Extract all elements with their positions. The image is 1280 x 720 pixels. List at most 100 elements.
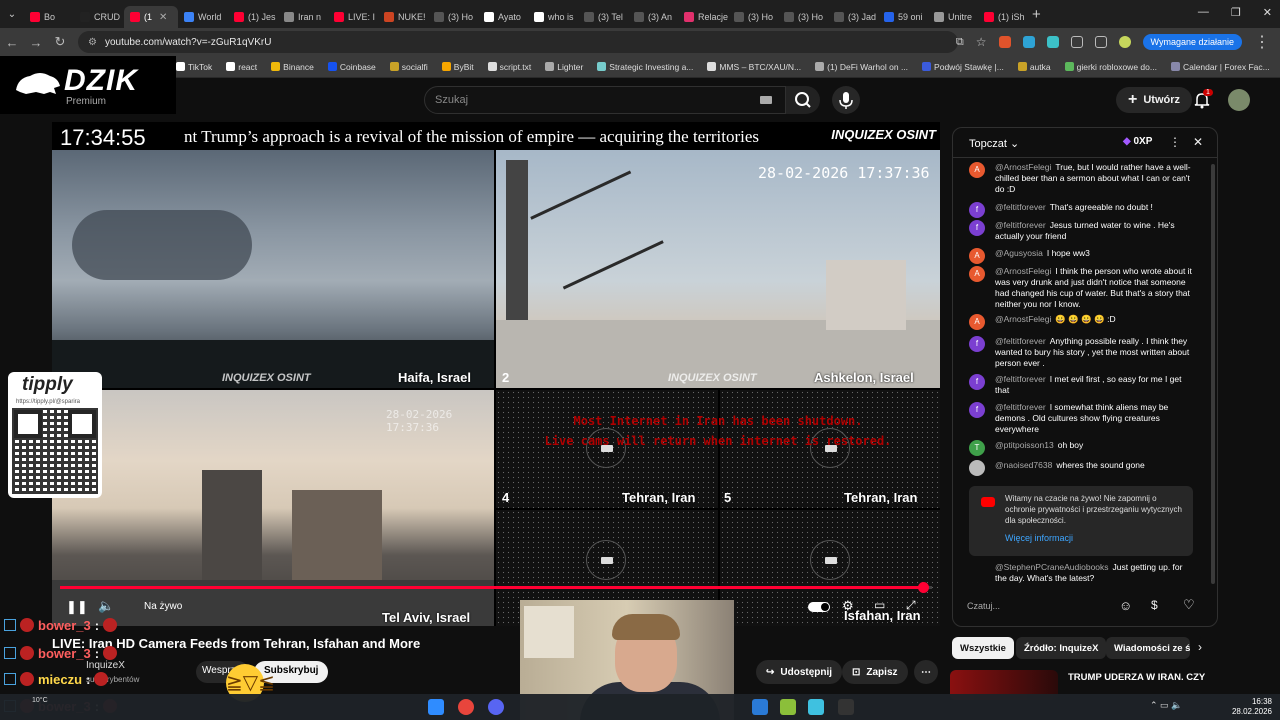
site-info-icon[interactable]: ⚙ (88, 37, 97, 48)
message-author[interactable]: @Agusyosia (995, 248, 1043, 258)
bookmark-item[interactable]: MMS – BTC/XAU/N... (707, 62, 801, 72)
emoji-icon[interactable]: ☺ (1119, 598, 1132, 613)
chat-avatar[interactable]: f (969, 374, 985, 390)
browser-tab[interactable]: (3) Tel (578, 6, 628, 28)
message-author[interactable]: @StephenPCraneAudiobooks (995, 562, 1109, 572)
bookmark-item[interactable]: react (226, 62, 257, 72)
chat-avatar[interactable] (969, 460, 985, 476)
chat-avatar[interactable]: f (969, 336, 985, 352)
settings-gear-icon[interactable]: ⚙ (842, 598, 854, 614)
bookmark-star-icon[interactable]: ☆ (976, 35, 987, 49)
chrome-icon[interactable] (458, 699, 474, 715)
bookmark-item[interactable]: TikTok (176, 62, 212, 72)
close-chat-icon[interactable]: ✕ (1193, 135, 1203, 149)
taskbar-app-icon[interactable] (752, 699, 768, 715)
chat-mode-dropdown[interactable]: Topczat ⌄ (969, 137, 1019, 150)
browser-tab[interactable]: Bo (24, 6, 74, 28)
chat-menu-icon[interactable]: ⋮ (1169, 135, 1181, 149)
more-info-link[interactable]: Więcej informacji (1005, 533, 1073, 543)
live-label[interactable]: Na żywo (144, 601, 182, 612)
extension-icon[interactable] (1022, 36, 1035, 48)
bookmark-item[interactable]: socialfi (389, 62, 428, 72)
progress-bar[interactable] (60, 582, 932, 593)
message-author[interactable]: @feltitforever (995, 402, 1046, 412)
message-author[interactable]: @ArnostFelegi (995, 266, 1051, 276)
close-tab-icon[interactable]: ✕ (159, 12, 167, 23)
new-tab-button[interactable]: + (1032, 6, 1041, 23)
tray-icons[interactable]: ⌃ ▭ 🔈 (1150, 700, 1182, 711)
chat-avatar[interactable]: T (969, 440, 985, 456)
bookmark-item[interactable]: (1) DeFi Warhol on ... (815, 62, 908, 72)
weather-widget[interactable]: 10°C (32, 696, 48, 705)
keyboard-icon[interactable] (760, 96, 772, 104)
recommended-title[interactable]: TRUMP UDERZA W IRAN. CZY (1068, 672, 1205, 683)
bookmark-item[interactable]: Strategic Investing a... (597, 62, 693, 72)
bookmark-item[interactable]: Podwój Stawkę |... (922, 62, 1004, 72)
bookmark-item[interactable]: gierki robloxowe do... (1064, 62, 1157, 72)
minimize-icon[interactable]: — (1198, 6, 1209, 19)
browser-tab[interactable]: (3) Ho (428, 6, 478, 28)
miniplayer-icon[interactable]: ▭ (874, 598, 885, 612)
bookmark-item[interactable]: Calendar | Forex Fac... (1170, 62, 1270, 72)
chat-scrollbar[interactable] (1211, 164, 1215, 584)
pause-icon[interactable]: ❚❚ (66, 599, 88, 615)
message-author[interactable]: @feltitforever (995, 220, 1046, 230)
url-field[interactable]: ⚙ youtube.com/watch?v=-zGuR1qVKrU (78, 31, 958, 53)
reload-icon[interactable]: ↻ (48, 34, 72, 50)
chat-avatar[interactable]: A (969, 266, 985, 282)
message-author[interactable]: @feltitforever (995, 336, 1046, 346)
video-player[interactable]: 17:34:55 nt Trump’s approach is a reviva… (52, 122, 940, 626)
browser-tab[interactable]: CRUD (74, 6, 124, 28)
profile-icon[interactable] (1118, 36, 1131, 48)
install-icon[interactable]: ⧉ (956, 36, 964, 49)
browser-tab[interactable]: Iran n (278, 6, 328, 28)
system-clock[interactable]: 16:38 28.02.2026 (1232, 697, 1272, 717)
fullscreen-icon[interactable]: ⤢ (906, 598, 916, 613)
extensions-puzzle-icon[interactable] (1070, 36, 1083, 48)
xp-badge[interactable]: ◆ 0XP (1123, 136, 1152, 147)
message-author[interactable]: @ArnostFelegi (995, 314, 1051, 324)
browser-tab[interactable]: LIVE: I (328, 6, 378, 28)
extension-icon[interactable] (998, 36, 1011, 48)
account-avatar[interactable] (1228, 89, 1250, 111)
message-author[interactable]: @ArnostFelegi (995, 162, 1051, 172)
more-actions-button[interactable]: ⋯ (914, 660, 938, 684)
chat-avatar[interactable]: f (969, 402, 985, 418)
chat-avatar[interactable]: f (969, 220, 985, 236)
chat-avatar[interactable]: f (969, 202, 985, 218)
search-input[interactable]: Szukaj (424, 86, 786, 114)
browser-tab[interactable]: Unitre (928, 6, 978, 28)
bookmark-item[interactable]: script.txt (487, 62, 531, 72)
chat-avatar[interactable]: A (969, 248, 985, 264)
bookmark-item[interactable]: Binance (271, 62, 314, 72)
share-button[interactable]: ↪ Udostępnij (756, 660, 843, 684)
browser-tab[interactable]: Relacje (678, 6, 728, 28)
close-window-icon[interactable]: ✕ (1263, 6, 1272, 19)
create-button[interactable]: + Utwórz (1116, 87, 1193, 113)
chat-avatar[interactable]: A (969, 162, 985, 178)
maximize-icon[interactable]: ❐ (1231, 6, 1241, 19)
browser-tab[interactable]: (1) iSh (978, 6, 1028, 28)
chat-input[interactable]: Czatuj... (967, 596, 1117, 618)
browser-tab[interactable]: World (178, 6, 228, 28)
browser-tab[interactable]: 59 oni (878, 6, 928, 28)
message-author[interactable]: @ptitpoisson13 (995, 440, 1054, 450)
bookmark-item[interactable]: autka (1017, 62, 1051, 72)
voice-search-button[interactable] (832, 86, 860, 114)
search-button[interactable] (786, 86, 820, 114)
browser-tab[interactable]: (3) Ho (728, 6, 778, 28)
autoplay-toggle[interactable] (808, 602, 830, 612)
browser-tab[interactable]: NUKE! (378, 6, 428, 28)
super-chat-icon[interactable]: $ (1151, 598, 1158, 612)
message-author[interactable]: @naoised7638 (995, 460, 1052, 470)
action-required-button[interactable]: Wymagane działanie (1142, 34, 1242, 50)
heart-icon[interactable]: ♡ (1183, 597, 1195, 613)
chat-avatar[interactable]: A (969, 314, 985, 330)
discord-icon[interactable] (488, 699, 504, 715)
browser-tab[interactable]: Ayato (478, 6, 528, 28)
media-icon[interactable] (1094, 36, 1107, 48)
browser-tab[interactable]: (3) Jad (828, 6, 878, 28)
save-button[interactable]: ⊡ Zapisz (842, 660, 908, 684)
taskbar-app-icon[interactable] (808, 699, 824, 715)
chips-next-icon[interactable]: › (1198, 640, 1202, 654)
